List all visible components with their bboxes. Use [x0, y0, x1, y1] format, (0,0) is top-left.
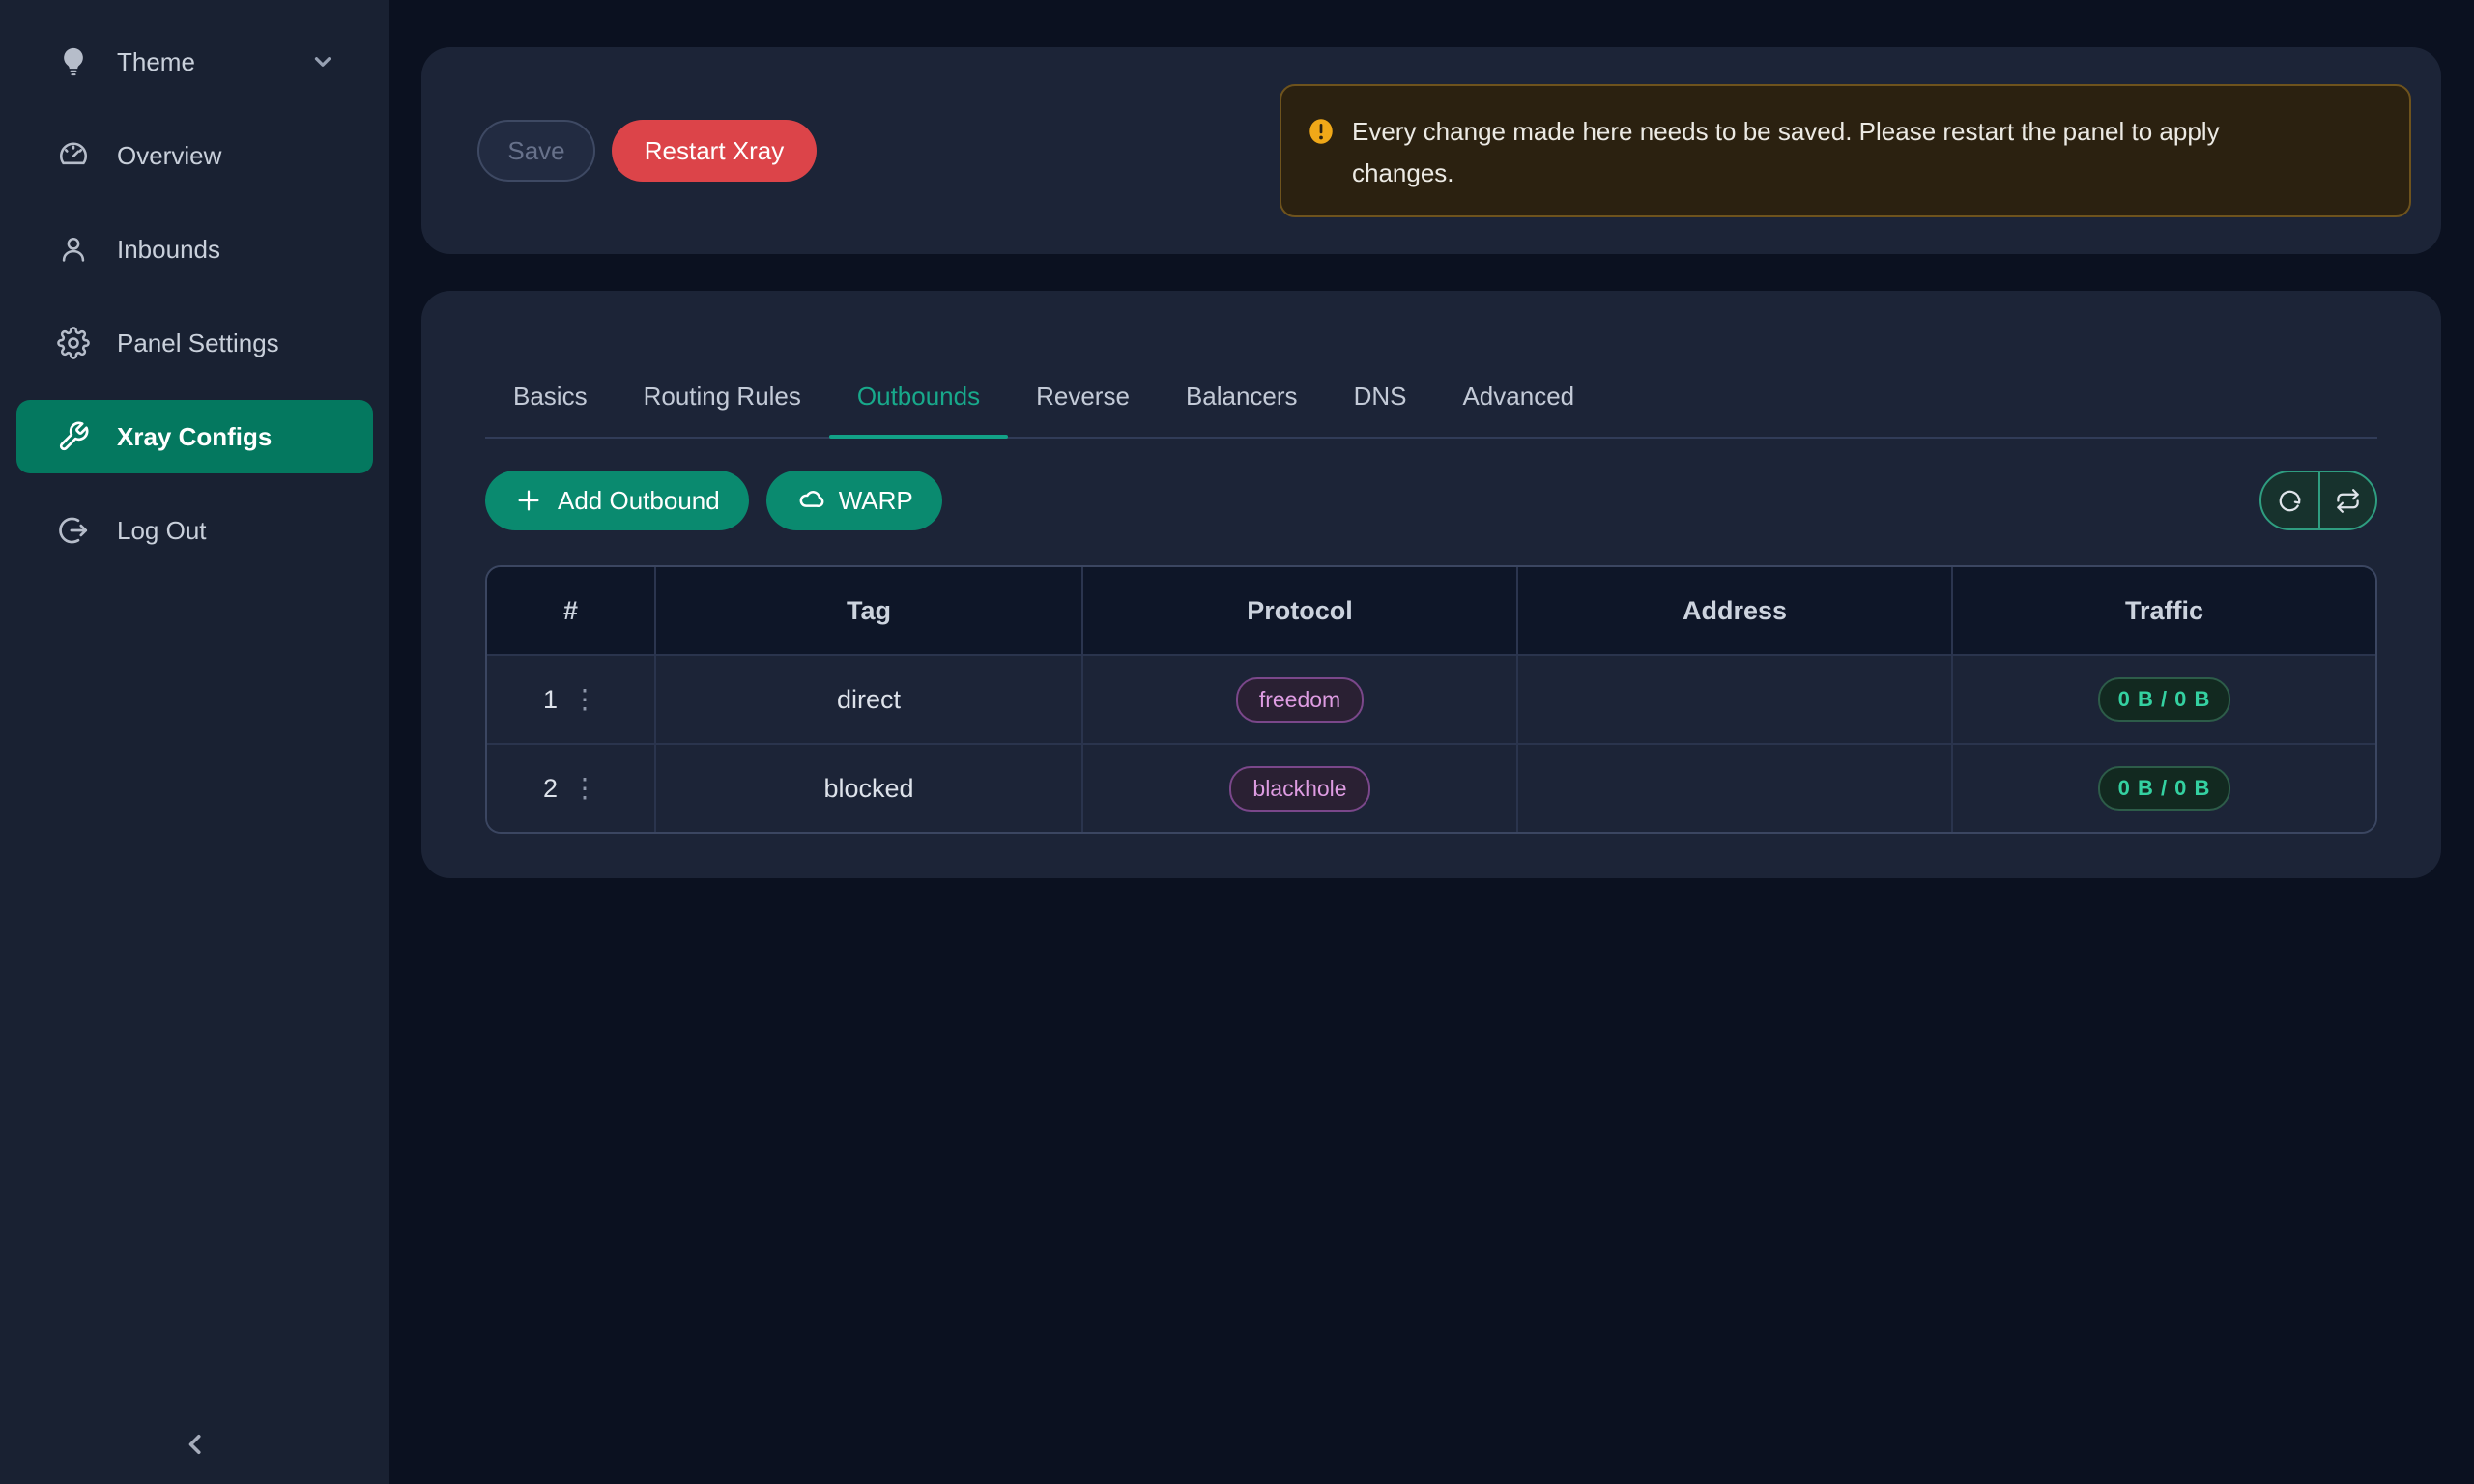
config-tabs: Basics Routing Rules Outbounds Reverse B…: [485, 291, 2377, 439]
logout-icon: [57, 514, 90, 547]
refresh-button-group: [2259, 471, 2377, 530]
table-header-row: # Tag Protocol Address Traffic: [487, 567, 2375, 655]
row-index: 2: [543, 774, 558, 804]
gear-icon: [57, 327, 90, 359]
column-header-address: Address: [1517, 567, 1952, 655]
traffic-badge: 0 B / 0 B: [2098, 766, 2231, 811]
cell-protocol: freedom: [1082, 655, 1517, 744]
tab-advanced[interactable]: Advanced: [1434, 326, 1602, 437]
sidebar-item-label: Overview: [117, 141, 221, 171]
sidebar-item-label: Log Out: [117, 516, 207, 546]
chevron-down-icon: [310, 49, 335, 74]
traffic-badge: 0 B / 0 B: [2098, 677, 2231, 722]
tab-reverse[interactable]: Reverse: [1008, 326, 1158, 437]
row-menu-icon[interactable]: ⋮: [571, 775, 598, 802]
gauge-icon: [57, 139, 90, 172]
outbounds-table: # Tag Protocol Address Traffic 1 ⋮: [485, 565, 2377, 834]
sync-icon: [2277, 488, 2303, 514]
cell-address: [1517, 744, 1952, 832]
cell-tag: blocked: [655, 744, 1082, 832]
xray-config-card: Basics Routing Rules Outbounds Reverse B…: [421, 291, 2441, 878]
restart-xray-button[interactable]: Restart Xray: [612, 120, 817, 182]
tab-dns[interactable]: DNS: [1326, 326, 1435, 437]
column-header-index: #: [487, 567, 655, 655]
chevron-left-icon: [178, 1450, 213, 1465]
sidebar-item-inbounds[interactable]: Inbounds: [0, 213, 389, 286]
outbounds-actions-row: Add Outbound WARP: [485, 471, 2377, 530]
warning-icon: [1307, 117, 1336, 146]
warp-label: WARP: [839, 486, 913, 516]
cell-tag: direct: [655, 655, 1082, 744]
cell-protocol: blackhole: [1082, 744, 1517, 832]
cloud-icon: [795, 486, 824, 515]
sidebar-item-label: Inbounds: [117, 235, 220, 265]
user-icon: [57, 233, 90, 266]
protocol-badge: freedom: [1236, 677, 1364, 723]
lightbulb-icon: [57, 45, 90, 78]
column-header-traffic: Traffic: [1952, 567, 2375, 655]
column-header-protocol: Protocol: [1082, 567, 1517, 655]
sidebar: Theme Overview Inbounds: [0, 0, 389, 1484]
alert-message: Every change made here needs to be saved…: [1352, 111, 2304, 194]
sidebar-item-label: Xray Configs: [117, 422, 272, 452]
tab-balancers[interactable]: Balancers: [1158, 326, 1326, 437]
sidebar-item-xray-configs[interactable]: Xray Configs: [16, 400, 373, 473]
sync-button[interactable]: [2261, 472, 2318, 528]
row-index: 1: [543, 685, 558, 715]
repeat-icon: [2335, 488, 2361, 514]
tab-routing-rules[interactable]: Routing Rules: [616, 326, 829, 437]
cell-traffic: 0 B / 0 B: [1952, 655, 2375, 744]
column-header-tag: Tag: [655, 567, 1082, 655]
tab-outbounds[interactable]: Outbounds: [829, 326, 1008, 437]
sidebar-item-label: Theme: [117, 47, 195, 77]
warp-button[interactable]: WARP: [766, 471, 942, 530]
sidebar-nav: Theme Overview Inbounds: [0, 0, 389, 587]
repeat-button[interactable]: [2318, 472, 2375, 528]
sidebar-collapse-button[interactable]: [174, 1424, 216, 1467]
add-outbound-button[interactable]: Add Outbound: [485, 471, 749, 530]
row-menu-icon[interactable]: ⋮: [571, 686, 598, 713]
sidebar-item-panel-settings[interactable]: Panel Settings: [0, 306, 389, 380]
cell-index: 1 ⋮: [487, 655, 655, 744]
cell-traffic: 0 B / 0 B: [1952, 744, 2375, 832]
table-row: 2 ⋮ blocked blackhole 0 B / 0 B: [487, 744, 2375, 832]
save-toolbar-card: Save Restart Xray Every change made here…: [421, 47, 2441, 254]
restart-warning-alert: Every change made here needs to be saved…: [1280, 84, 2411, 217]
table-row: 1 ⋮ direct freedom 0 B / 0 B: [487, 655, 2375, 744]
sidebar-item-label: Panel Settings: [117, 328, 279, 358]
sidebar-item-log-out[interactable]: Log Out: [0, 494, 389, 567]
save-button[interactable]: Save: [477, 120, 595, 182]
cell-index: 2 ⋮: [487, 744, 655, 832]
tab-basics[interactable]: Basics: [485, 326, 616, 437]
add-outbound-label: Add Outbound: [558, 486, 720, 516]
sidebar-item-overview[interactable]: Overview: [0, 119, 389, 192]
xray-panel-app: Theme Overview Inbounds: [0, 0, 2474, 1484]
protocol-badge: blackhole: [1229, 766, 1369, 812]
cell-address: [1517, 655, 1952, 744]
sidebar-item-theme[interactable]: Theme: [0, 25, 389, 99]
plus-icon: [514, 486, 543, 515]
wrench-icon: [57, 420, 90, 453]
